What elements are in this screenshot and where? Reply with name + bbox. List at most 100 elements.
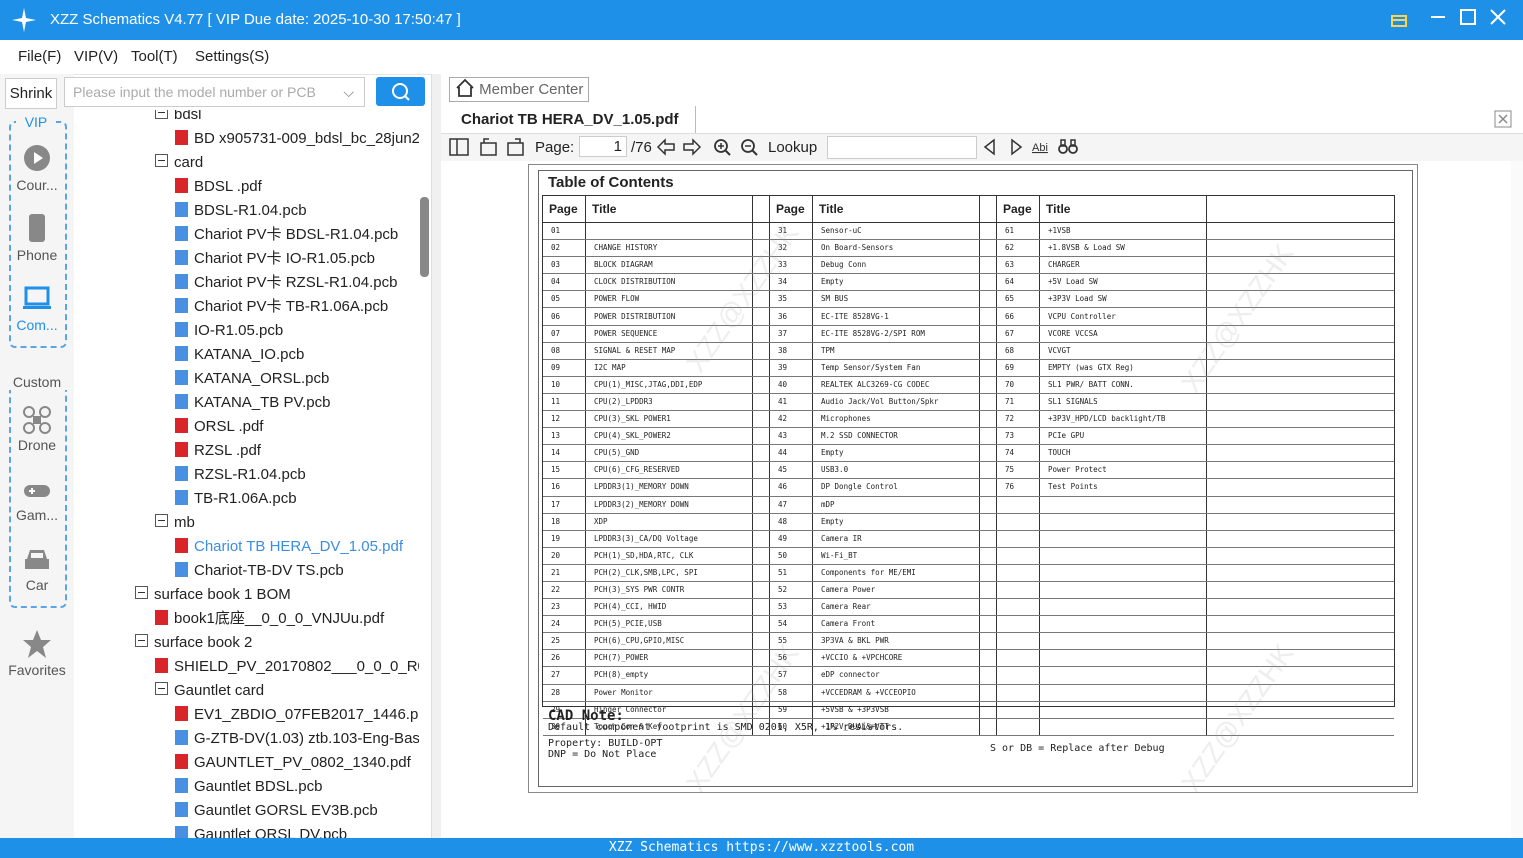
search-button[interactable]	[376, 77, 425, 106]
tree-item[interactable]: IO-R1.05.pcb	[175, 319, 283, 343]
collapse-icon[interactable]	[155, 110, 168, 119]
tree-item[interactable]: RZSL .pdf	[175, 439, 261, 463]
tree-item[interactable]: Gauntlet card	[155, 679, 264, 703]
lookup-input[interactable]	[827, 136, 977, 159]
menu-tool[interactable]: Tool(T)	[131, 48, 178, 65]
tree-item[interactable]: TB-R1.06A.pcb	[175, 487, 297, 511]
tree-item[interactable]: BD x905731-009_bdsl_bc_28jun2	[175, 127, 420, 151]
tree-item[interactable]: BDSL .pdf	[175, 175, 262, 199]
tree-item[interactable]: GAUNTLET_PV_0802_1340.pdf	[175, 751, 411, 775]
menu-vip[interactable]: VIP(V)	[74, 48, 118, 65]
tree-item[interactable]: Chariot PV卡 TB-R1.06A.pcb	[175, 295, 388, 319]
tree-item[interactable]: KATANA_IO.pcb	[175, 343, 304, 367]
tree-item[interactable]: card	[155, 151, 203, 175]
toc-page-title: VCPU Controller	[1039, 307, 1207, 326]
phone-icon[interactable]	[22, 213, 52, 243]
zoom-in-icon[interactable]	[713, 138, 733, 156]
rail-item-favorites[interactable]: Favorites	[2, 662, 72, 678]
collapse-icon[interactable]	[155, 682, 168, 695]
tree-item[interactable]: Gauntlet BDSL.pcb	[175, 775, 322, 799]
tree-item[interactable]: G-ZTB-DV(1.03) ztb.103-Eng-Basic	[175, 727, 430, 751]
tree-item[interactable]: Chariot PV卡 IO-R1.05.pcb	[175, 247, 375, 271]
play-icon[interactable]	[22, 143, 52, 173]
tree-item[interactable]: Gauntlet GORSL EV3B.pcb	[175, 799, 378, 823]
star-icon[interactable]	[22, 629, 52, 659]
laptop-icon[interactable]	[22, 283, 52, 313]
rail-item-computer[interactable]: Com...	[2, 317, 72, 333]
tree-item[interactable]: mb	[155, 511, 195, 535]
tree-item[interactable]: surface book 2	[135, 631, 252, 655]
tree-item[interactable]: surface book 1 BOM	[135, 583, 291, 607]
tree-item[interactable]: KATANA_TB PV.pcb	[175, 391, 330, 415]
menu-settings[interactable]: Settings(S)	[195, 48, 269, 65]
tree-item-label: SHIELD_PV_20170802___0_0_0_R0Up5	[174, 658, 430, 675]
prev-page-arrow-icon[interactable]	[656, 138, 676, 156]
rotate-left-icon[interactable]	[479, 138, 499, 156]
next-page-arrow-icon[interactable]	[682, 138, 702, 156]
toc-page-title: Microphones	[812, 410, 980, 429]
tree-item[interactable]: Gauntlet ORSL DV.pcb	[175, 823, 347, 838]
find-prev-icon[interactable]	[982, 138, 998, 156]
tree-item[interactable]: Chariot PV卡 RZSL-R1.04.pcb	[175, 271, 397, 295]
toc-page-title: Debug Conn	[812, 256, 980, 275]
toc-page-title: PCH(7)_POWER	[585, 649, 753, 668]
member-center-button[interactable]: Member Center	[449, 77, 589, 102]
sidebar-toggle-icon[interactable]	[449, 138, 469, 156]
document-tab[interactable]: Chariot TB HERA_DV_1.05.pdf	[450, 106, 696, 133]
close-tab-icon[interactable]	[1494, 110, 1512, 128]
tree-item[interactable]: Chariot TB HERA_DV_1.05.pdf	[175, 535, 403, 559]
tree-item[interactable]: bdsl	[155, 110, 202, 127]
collapse-icon[interactable]	[135, 586, 148, 599]
chevron-down-icon[interactable]: ⌵	[343, 78, 354, 106]
collapse-icon[interactable]	[155, 514, 168, 527]
tree-item-label: surface book 1 BOM	[154, 586, 291, 603]
menu-file[interactable]: File(F)	[18, 48, 61, 65]
find-next-icon[interactable]	[1008, 138, 1024, 156]
rail-item-drone[interactable]: Drone	[2, 437, 72, 453]
tree-item[interactable]: Chariot-TB-DV TS.pcb	[175, 559, 344, 583]
lookup-label: Lookup	[768, 139, 818, 156]
rail-item-courses[interactable]: Cour...	[2, 177, 72, 193]
shrink-button[interactable]: Shrink	[5, 78, 57, 109]
rail-item-car[interactable]: Car	[2, 577, 72, 593]
maximize-button[interactable]	[1457, 8, 1479, 30]
toc-page-title: CPU(2)_LPDDR3	[585, 393, 753, 412]
vip-gift-icon[interactable]	[1388, 8, 1410, 30]
tree-item[interactable]: ORSL .pdf	[175, 415, 263, 439]
toc-page-title: LPDDR3(1)_MEMORY DOWN	[585, 478, 753, 497]
tree-item-label: surface book 2	[154, 634, 253, 651]
binoculars-icon[interactable]	[1058, 138, 1078, 156]
car-icon[interactable]	[22, 545, 52, 575]
toc-page-title: PCH(2)_CLK,SMB,LPC, SPI	[585, 564, 753, 582]
pdf-file-icon	[175, 754, 188, 769]
toc-page-number: 18	[543, 513, 586, 531]
viewer-scrollbar[interactable]	[1511, 161, 1523, 838]
rail-item-games[interactable]: Gam...	[2, 507, 72, 523]
rail-item-phone[interactable]: Phone	[2, 247, 72, 263]
rotate-right-icon[interactable]	[506, 138, 526, 156]
tree-item[interactable]: KATANA_ORSL.pcb	[175, 367, 329, 391]
toc-page-title: Power Monitor	[585, 684, 753, 702]
minimize-button[interactable]	[1427, 8, 1449, 30]
collapse-icon[interactable]	[135, 634, 148, 647]
match-case-icon[interactable]: Abi	[1031, 138, 1053, 156]
toc-page-number: 15	[543, 461, 586, 480]
zoom-out-icon[interactable]	[740, 138, 760, 156]
page-number-input[interactable]: 1	[579, 136, 627, 157]
tree-item[interactable]: SHIELD_PV_20170802___0_0_0_R0Up5	[155, 655, 430, 679]
toc-page-number: 72	[996, 410, 1040, 429]
tree-scroll-thumb[interactable]	[420, 197, 429, 277]
tree-item[interactable]: EV1_ZBDIO_07FEB2017_1446.pdf	[175, 703, 430, 727]
toc-page-title: CHANGE HISTORY	[585, 239, 753, 258]
tree-item[interactable]: book1底座__0_0_0_VNJUu.pdf	[155, 607, 384, 631]
toc-page-title: CHARGER	[1039, 256, 1207, 275]
tree-item[interactable]: RZSL-R1.04.pcb	[175, 463, 306, 487]
search-input[interactable]: Please input the model number or PCB ⌵	[64, 77, 365, 107]
collapse-icon[interactable]	[155, 154, 168, 167]
tree-item[interactable]: Chariot PV卡 BDSL-R1.04.pcb	[175, 223, 398, 247]
tree-item[interactable]: BDSL-R1.04.pcb	[175, 199, 307, 223]
drone-icon[interactable]	[22, 405, 52, 435]
close-button[interactable]	[1487, 8, 1509, 30]
gamepad-icon[interactable]	[22, 476, 52, 506]
pcb-file-icon	[175, 466, 188, 481]
